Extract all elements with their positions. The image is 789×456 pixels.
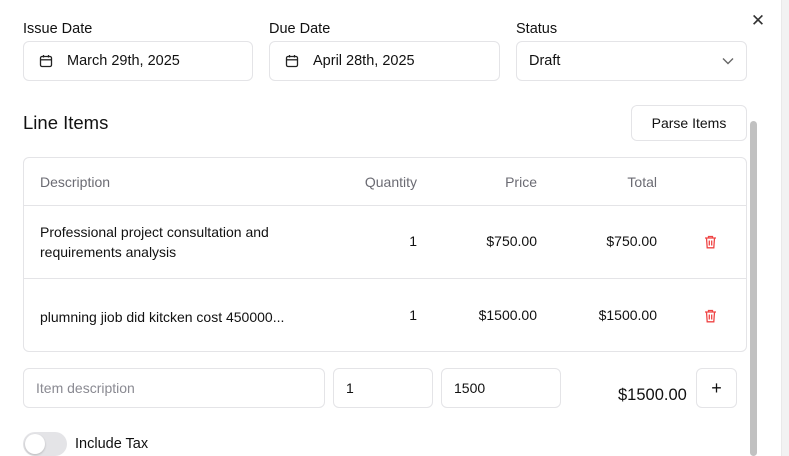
status-label: Status: [516, 21, 558, 37]
item-total: $1500.00: [598, 307, 657, 323]
item-total: $750.00: [606, 233, 657, 249]
item-quantity: 1: [409, 307, 417, 323]
table-row: plumning jiob did kitcken cost 450000...…: [24, 279, 746, 351]
new-item-total: $1500.00: [618, 386, 687, 404]
item-description-input[interactable]: [23, 368, 325, 408]
window-edge: [781, 0, 789, 456]
item-description: Professional project consultation and re…: [40, 224, 269, 260]
item-description: plumning jiob did kitcken cost 450000...: [40, 309, 285, 325]
include-tax-toggle[interactable]: [23, 432, 67, 456]
calendar-icon: [285, 55, 299, 68]
calendar-icon: [39, 55, 53, 68]
toggle-knob: [25, 434, 45, 454]
issue-date-picker[interactable]: March 29th, 2025: [23, 41, 253, 81]
column-header-quantity: Quantity: [364, 174, 417, 190]
trash-icon[interactable]: [704, 309, 717, 323]
line-items-table: Description Quantity Price Total Profess…: [23, 157, 747, 352]
status-value: Draft: [529, 53, 561, 69]
table-row: Professional project consultation and re…: [24, 206, 746, 279]
issue-date-label: Issue Date: [23, 21, 93, 37]
line-items-title: Line Items: [23, 112, 109, 133]
due-date-picker[interactable]: April 28th, 2025: [269, 41, 500, 81]
column-header-description: Description: [40, 174, 111, 190]
column-header-total: Total: [627, 174, 657, 190]
trash-icon[interactable]: [704, 235, 717, 249]
column-header-price: Price: [505, 174, 537, 190]
item-quantity-input[interactable]: [333, 368, 433, 408]
scrollbar-thumb[interactable]: [750, 121, 757, 456]
due-date-value: April 28th, 2025: [313, 53, 415, 69]
item-quantity: 1: [409, 233, 417, 249]
table-header: Description Quantity Price Total: [24, 158, 746, 206]
item-price: $1500.00: [478, 307, 537, 323]
include-tax-label: Include Tax: [75, 436, 149, 452]
add-item-button[interactable]: +: [696, 368, 737, 408]
due-date-label: Due Date: [269, 21, 331, 37]
status-select[interactable]: Draft: [516, 41, 747, 81]
item-price-input[interactable]: [441, 368, 561, 408]
item-price: $750.00: [486, 233, 537, 249]
parse-items-button[interactable]: Parse Items: [631, 105, 747, 141]
issue-date-value: March 29th, 2025: [67, 53, 180, 69]
chevron-down-icon: [722, 58, 734, 65]
